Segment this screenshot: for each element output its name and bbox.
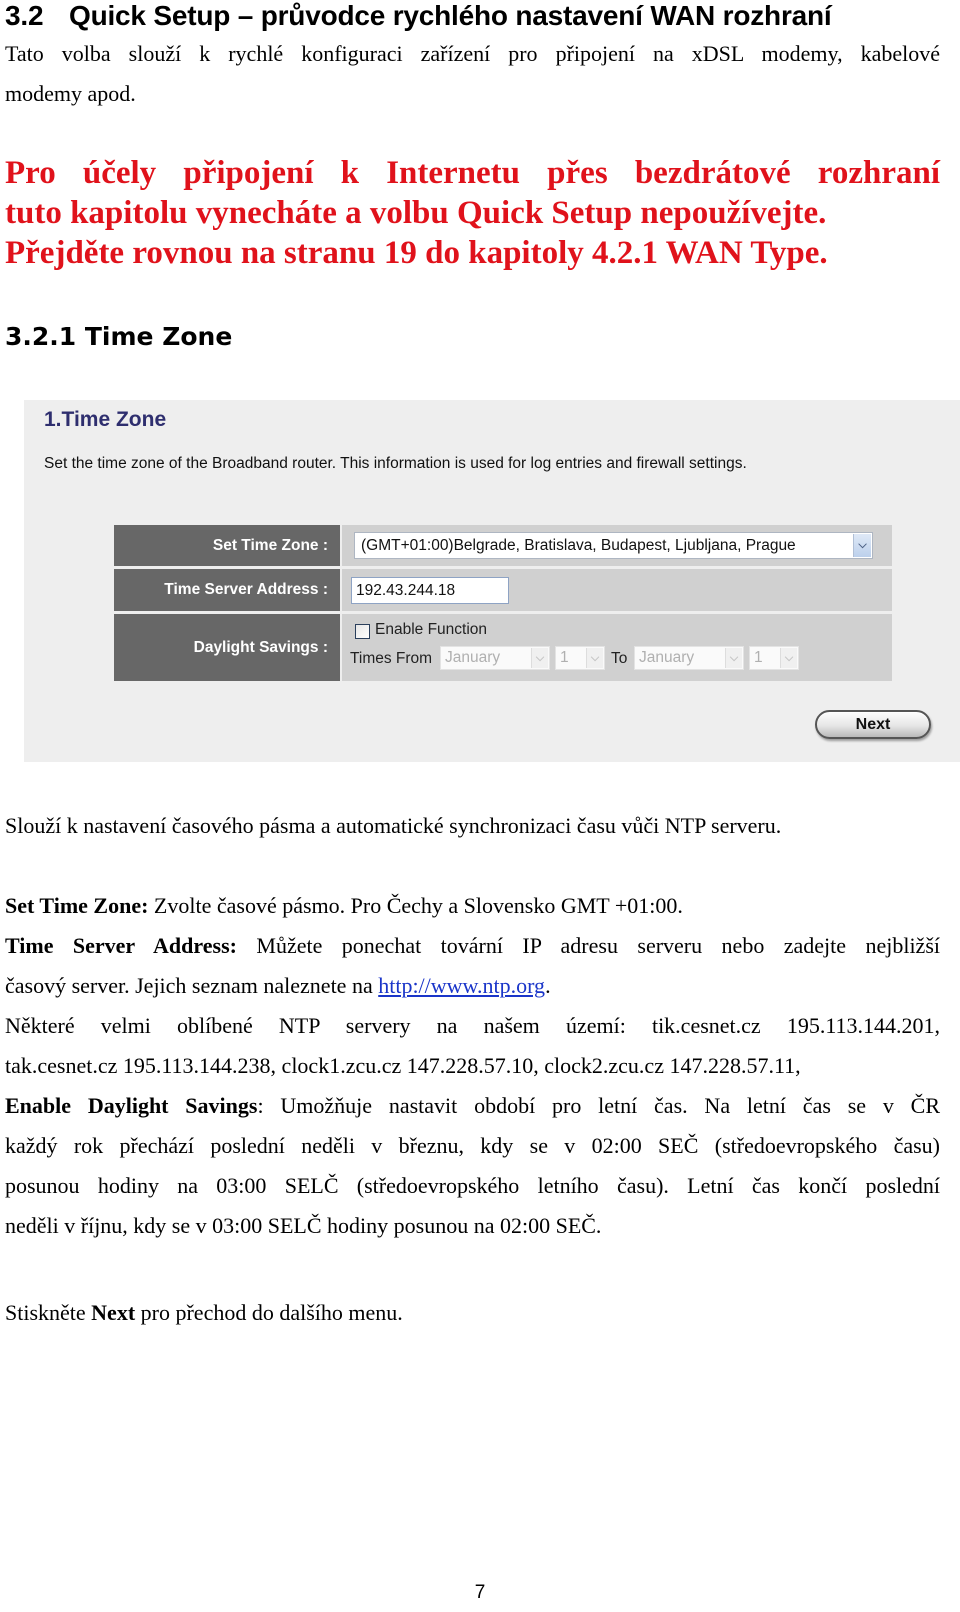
time-server-cell: 192.43.244.18 — [342, 569, 892, 611]
daylight-savings-cell: Enable Function Times From January ⌵ 1 ⌵… — [342, 614, 892, 681]
from-month-value: January — [445, 649, 501, 666]
time-server-input[interactable]: 192.43.244.18 — [351, 577, 509, 604]
to-label: To — [611, 650, 628, 667]
time-zone-label: Set Time Zone : — [114, 525, 340, 566]
chevron-down-icon[interactable]: ⌵ — [780, 648, 797, 668]
text: : Umožňuje nastavit období pro letní čas… — [257, 1093, 940, 1118]
time-zone-select[interactable]: (GMT+01:00)Belgrade, Bratislava, Budapes… — [354, 532, 873, 559]
from-day-select[interactable]: 1 ⌵ — [555, 646, 605, 670]
from-day-value: 1 — [560, 649, 569, 666]
term: Enable Daylight Savings — [5, 1093, 258, 1118]
intro-line: Tato volba slouží k rychlé konfiguraci z… — [5, 41, 940, 66]
times-from-label: Times From — [350, 650, 433, 667]
time-server-description: Time Server Address: Můžete ponechat tov… — [5, 926, 940, 966]
warning-line: tuto kapitolu vynecháte a volbu Quick Se… — [5, 195, 827, 231]
ntp-servers-line: tak.cesnet.cz 195.113.144.238, clock1.zc… — [5, 1053, 801, 1078]
time-zone-cell: (GMT+01:00)Belgrade, Bratislava, Budapes… — [342, 525, 892, 566]
daylight-description-line: každý rok přechází poslední neděli v bře… — [5, 1133, 940, 1158]
term: Set Time Zone: — [5, 893, 149, 918]
daylight-description-line: posunou hodiny na 03:00 SELČ (středoevro… — [5, 1173, 940, 1198]
chevron-down-icon[interactable]: ⌵ — [586, 648, 603, 668]
section-title: Quick Setup – průvodce rychlého nastaven… — [69, 0, 832, 31]
next-instruction: Stiskněte Next pro přechod do dalšího me… — [5, 1293, 940, 1333]
chevron-down-icon[interactable]: ⌵ — [853, 534, 871, 557]
subsection-heading: 3.2.1 Time Zone — [5, 322, 233, 351]
enable-function-checkbox[interactable] — [355, 624, 370, 639]
warning-line: Přejděte rovnou na stranu 19 do kapitoly… — [5, 235, 828, 271]
term: Time Server Address: — [5, 933, 237, 958]
time-zone-selected-value: (GMT+01:00)Belgrade, Bratislava, Budapes… — [361, 537, 796, 554]
to-month-select[interactable]: January ⌵ — [634, 646, 744, 670]
text: časový server. Jejich seznam naleznete n… — [5, 973, 379, 998]
description-paragraph: Slouží k nastavení časového pásma a auto… — [5, 813, 782, 838]
text: Zvolte časové pásmo. Pro Čechy a Slovens… — [148, 893, 683, 918]
to-day-value: 1 — [754, 649, 763, 666]
intro-paragraph: Tato volba slouží k rychlé konfiguraci z… — [5, 34, 940, 114]
from-month-select[interactable]: January ⌵ — [440, 646, 550, 670]
panel-title: 1.Time Zone — [44, 408, 167, 431]
next-button[interactable]: Next — [815, 710, 931, 739]
router-time-zone-panel: 1.Time Zone Set the time zone of the Bro… — [24, 400, 960, 762]
text: . — [545, 973, 551, 998]
intro-line: modemy apod. — [5, 81, 136, 106]
panel-description: Set the time zone of the Broadband route… — [44, 455, 747, 472]
to-month-value: January — [639, 649, 695, 666]
daylight-description: Enable Daylight Savings: Umožňuje nastav… — [5, 1086, 940, 1126]
term: Next — [91, 1300, 136, 1325]
field-descriptions: Set Time Zone: Zvolte časové pásmo. Pro … — [5, 886, 940, 1246]
ntp-servers-line: Některé velmi oblíbené NTP servery na na… — [5, 1013, 940, 1038]
text: Můžete ponechat tovární IP adresu server… — [236, 933, 940, 958]
daylight-description-line: neděli v říjnu, kdy se v 03:00 SELČ hodi… — [5, 1213, 602, 1238]
text: pro přechod do dalšího menu. — [135, 1300, 403, 1325]
to-day-select[interactable]: 1 ⌵ — [749, 646, 799, 670]
enable-function-label: Enable Function — [375, 621, 488, 638]
section-heading: 3.2 Quick Setup – průvodce rychlého nasta… — [5, 0, 955, 32]
page-number: 7 — [474, 1582, 486, 1603]
section-number: 3.2 — [5, 0, 44, 31]
chevron-down-icon[interactable]: ⌵ — [725, 648, 742, 668]
time-server-description-cont: časový server. Jejich seznam naleznete n… — [5, 966, 940, 1006]
daylight-savings-label: Daylight Savings : — [114, 614, 340, 681]
warning-note: Pro účely připojení k Internetu přes bez… — [5, 153, 940, 273]
warning-line: Pro účely připojení k Internetu přes bez… — [5, 155, 940, 191]
chevron-down-icon[interactable]: ⌵ — [531, 648, 548, 668]
time-server-label: Time Server Address : — [114, 569, 340, 611]
ntp-org-link[interactable]: http://www.ntp.org — [378, 973, 545, 998]
time-zone-description: Set Time Zone: Zvolte časové pásmo. Pro … — [5, 886, 940, 926]
text: Stiskněte — [5, 1300, 92, 1325]
